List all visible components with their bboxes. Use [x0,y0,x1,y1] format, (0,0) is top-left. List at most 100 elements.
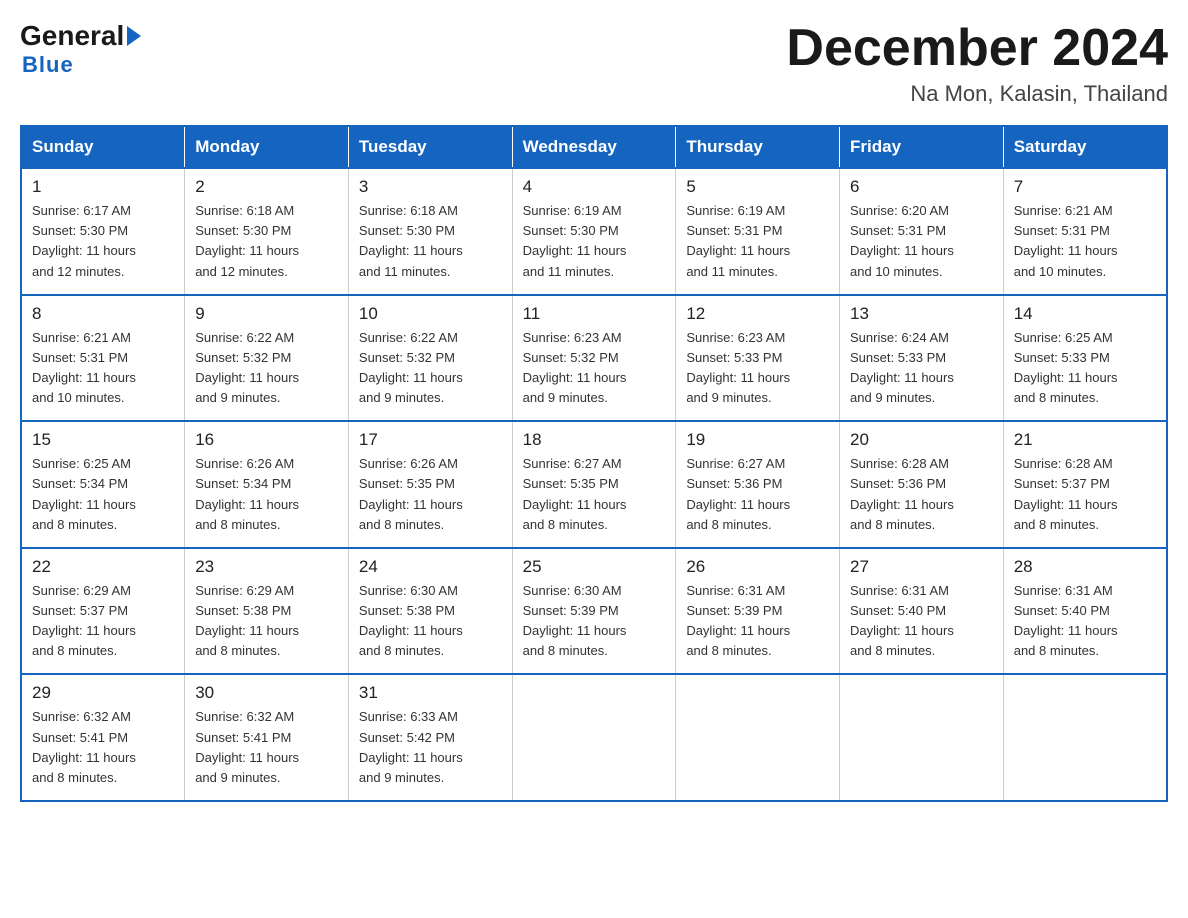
day-number: 20 [850,430,993,450]
day-number: 18 [523,430,666,450]
day-number: 16 [195,430,338,450]
day-info: Sunrise: 6:26 AM Sunset: 5:35 PM Dayligh… [359,454,502,535]
day-info: Sunrise: 6:18 AM Sunset: 5:30 PM Dayligh… [359,201,502,282]
day-number: 4 [523,177,666,197]
day-info: Sunrise: 6:27 AM Sunset: 5:36 PM Dayligh… [686,454,829,535]
day-number: 22 [32,557,174,577]
calendar-cell: 18 Sunrise: 6:27 AM Sunset: 5:35 PM Dayl… [512,421,676,548]
calendar-cell: 15 Sunrise: 6:25 AM Sunset: 5:34 PM Dayl… [21,421,185,548]
calendar-cell: 5 Sunrise: 6:19 AM Sunset: 5:31 PM Dayli… [676,168,840,295]
calendar-week-row-2: 8 Sunrise: 6:21 AM Sunset: 5:31 PM Dayli… [21,295,1167,422]
day-number: 25 [523,557,666,577]
day-number: 13 [850,304,993,324]
day-info: Sunrise: 6:30 AM Sunset: 5:39 PM Dayligh… [523,581,666,662]
calendar-cell: 14 Sunrise: 6:25 AM Sunset: 5:33 PM Dayl… [1003,295,1167,422]
day-info: Sunrise: 6:20 AM Sunset: 5:31 PM Dayligh… [850,201,993,282]
day-number: 7 [1014,177,1156,197]
logo-general-text: General [20,20,124,52]
day-number: 27 [850,557,993,577]
calendar-week-row-3: 15 Sunrise: 6:25 AM Sunset: 5:34 PM Dayl… [21,421,1167,548]
calendar-cell: 4 Sunrise: 6:19 AM Sunset: 5:30 PM Dayli… [512,168,676,295]
calendar-cell: 9 Sunrise: 6:22 AM Sunset: 5:32 PM Dayli… [185,295,349,422]
day-info: Sunrise: 6:31 AM Sunset: 5:40 PM Dayligh… [1014,581,1156,662]
calendar-header-wednesday: Wednesday [512,126,676,168]
day-number: 12 [686,304,829,324]
day-number: 19 [686,430,829,450]
calendar-cell [512,674,676,801]
calendar-cell: 21 Sunrise: 6:28 AM Sunset: 5:37 PM Dayl… [1003,421,1167,548]
calendar-cell: 24 Sunrise: 6:30 AM Sunset: 5:38 PM Dayl… [348,548,512,675]
calendar-cell: 29 Sunrise: 6:32 AM Sunset: 5:41 PM Dayl… [21,674,185,801]
day-number: 10 [359,304,502,324]
location-title: Na Mon, Kalasin, Thailand [786,81,1168,107]
day-info: Sunrise: 6:26 AM Sunset: 5:34 PM Dayligh… [195,454,338,535]
day-number: 5 [686,177,829,197]
day-info: Sunrise: 6:32 AM Sunset: 5:41 PM Dayligh… [195,707,338,788]
day-info: Sunrise: 6:21 AM Sunset: 5:31 PM Dayligh… [1014,201,1156,282]
calendar-cell: 23 Sunrise: 6:29 AM Sunset: 5:38 PM Dayl… [185,548,349,675]
calendar-cell: 12 Sunrise: 6:23 AM Sunset: 5:33 PM Dayl… [676,295,840,422]
day-info: Sunrise: 6:18 AM Sunset: 5:30 PM Dayligh… [195,201,338,282]
day-info: Sunrise: 6:31 AM Sunset: 5:39 PM Dayligh… [686,581,829,662]
day-info: Sunrise: 6:27 AM Sunset: 5:35 PM Dayligh… [523,454,666,535]
month-title: December 2024 [786,20,1168,77]
day-number: 28 [1014,557,1156,577]
day-number: 17 [359,430,502,450]
calendar-cell: 31 Sunrise: 6:33 AM Sunset: 5:42 PM Dayl… [348,674,512,801]
calendar-cell: 7 Sunrise: 6:21 AM Sunset: 5:31 PM Dayli… [1003,168,1167,295]
calendar-header-saturday: Saturday [1003,126,1167,168]
logo-triangle-icon [127,26,141,46]
day-info: Sunrise: 6:29 AM Sunset: 5:37 PM Dayligh… [32,581,174,662]
calendar-cell: 25 Sunrise: 6:30 AM Sunset: 5:39 PM Dayl… [512,548,676,675]
day-info: Sunrise: 6:19 AM Sunset: 5:30 PM Dayligh… [523,201,666,282]
calendar-cell: 17 Sunrise: 6:26 AM Sunset: 5:35 PM Dayl… [348,421,512,548]
calendar-cell: 19 Sunrise: 6:27 AM Sunset: 5:36 PM Dayl… [676,421,840,548]
day-info: Sunrise: 6:25 AM Sunset: 5:34 PM Dayligh… [32,454,174,535]
logo-blue-text: Blue [22,52,74,78]
calendar-cell [1003,674,1167,801]
day-info: Sunrise: 6:23 AM Sunset: 5:33 PM Dayligh… [686,328,829,409]
day-number: 31 [359,683,502,703]
day-number: 8 [32,304,174,324]
calendar-header-friday: Friday [840,126,1004,168]
day-info: Sunrise: 6:31 AM Sunset: 5:40 PM Dayligh… [850,581,993,662]
day-info: Sunrise: 6:30 AM Sunset: 5:38 PM Dayligh… [359,581,502,662]
day-number: 29 [32,683,174,703]
day-number: 23 [195,557,338,577]
day-number: 21 [1014,430,1156,450]
day-info: Sunrise: 6:28 AM Sunset: 5:37 PM Dayligh… [1014,454,1156,535]
day-info: Sunrise: 6:25 AM Sunset: 5:33 PM Dayligh… [1014,328,1156,409]
day-number: 26 [686,557,829,577]
day-number: 14 [1014,304,1156,324]
day-info: Sunrise: 6:24 AM Sunset: 5:33 PM Dayligh… [850,328,993,409]
calendar-cell: 8 Sunrise: 6:21 AM Sunset: 5:31 PM Dayli… [21,295,185,422]
calendar-cell: 1 Sunrise: 6:17 AM Sunset: 5:30 PM Dayli… [21,168,185,295]
title-area: December 2024 Na Mon, Kalasin, Thailand [786,20,1168,107]
calendar-header-tuesday: Tuesday [348,126,512,168]
calendar-week-row-5: 29 Sunrise: 6:32 AM Sunset: 5:41 PM Dayl… [21,674,1167,801]
calendar-header-row: SundayMondayTuesdayWednesdayThursdayFrid… [21,126,1167,168]
calendar-cell: 16 Sunrise: 6:26 AM Sunset: 5:34 PM Dayl… [185,421,349,548]
calendar-cell: 27 Sunrise: 6:31 AM Sunset: 5:40 PM Dayl… [840,548,1004,675]
calendar-cell: 3 Sunrise: 6:18 AM Sunset: 5:30 PM Dayli… [348,168,512,295]
day-number: 3 [359,177,502,197]
calendar-header-sunday: Sunday [21,126,185,168]
calendar-cell: 2 Sunrise: 6:18 AM Sunset: 5:30 PM Dayli… [185,168,349,295]
logo: General [20,20,144,52]
calendar-cell: 20 Sunrise: 6:28 AM Sunset: 5:36 PM Dayl… [840,421,1004,548]
calendar-header-thursday: Thursday [676,126,840,168]
day-info: Sunrise: 6:17 AM Sunset: 5:30 PM Dayligh… [32,201,174,282]
day-number: 30 [195,683,338,703]
day-number: 6 [850,177,993,197]
calendar-cell: 30 Sunrise: 6:32 AM Sunset: 5:41 PM Dayl… [185,674,349,801]
calendar-cell [676,674,840,801]
calendar-header-monday: Monday [185,126,349,168]
calendar-cell: 11 Sunrise: 6:23 AM Sunset: 5:32 PM Dayl… [512,295,676,422]
day-info: Sunrise: 6:32 AM Sunset: 5:41 PM Dayligh… [32,707,174,788]
day-info: Sunrise: 6:23 AM Sunset: 5:32 PM Dayligh… [523,328,666,409]
calendar-week-row-1: 1 Sunrise: 6:17 AM Sunset: 5:30 PM Dayli… [21,168,1167,295]
day-info: Sunrise: 6:33 AM Sunset: 5:42 PM Dayligh… [359,707,502,788]
calendar-cell: 28 Sunrise: 6:31 AM Sunset: 5:40 PM Dayl… [1003,548,1167,675]
calendar-cell: 10 Sunrise: 6:22 AM Sunset: 5:32 PM Dayl… [348,295,512,422]
page-header: General Blue December 2024 Na Mon, Kalas… [20,20,1168,107]
